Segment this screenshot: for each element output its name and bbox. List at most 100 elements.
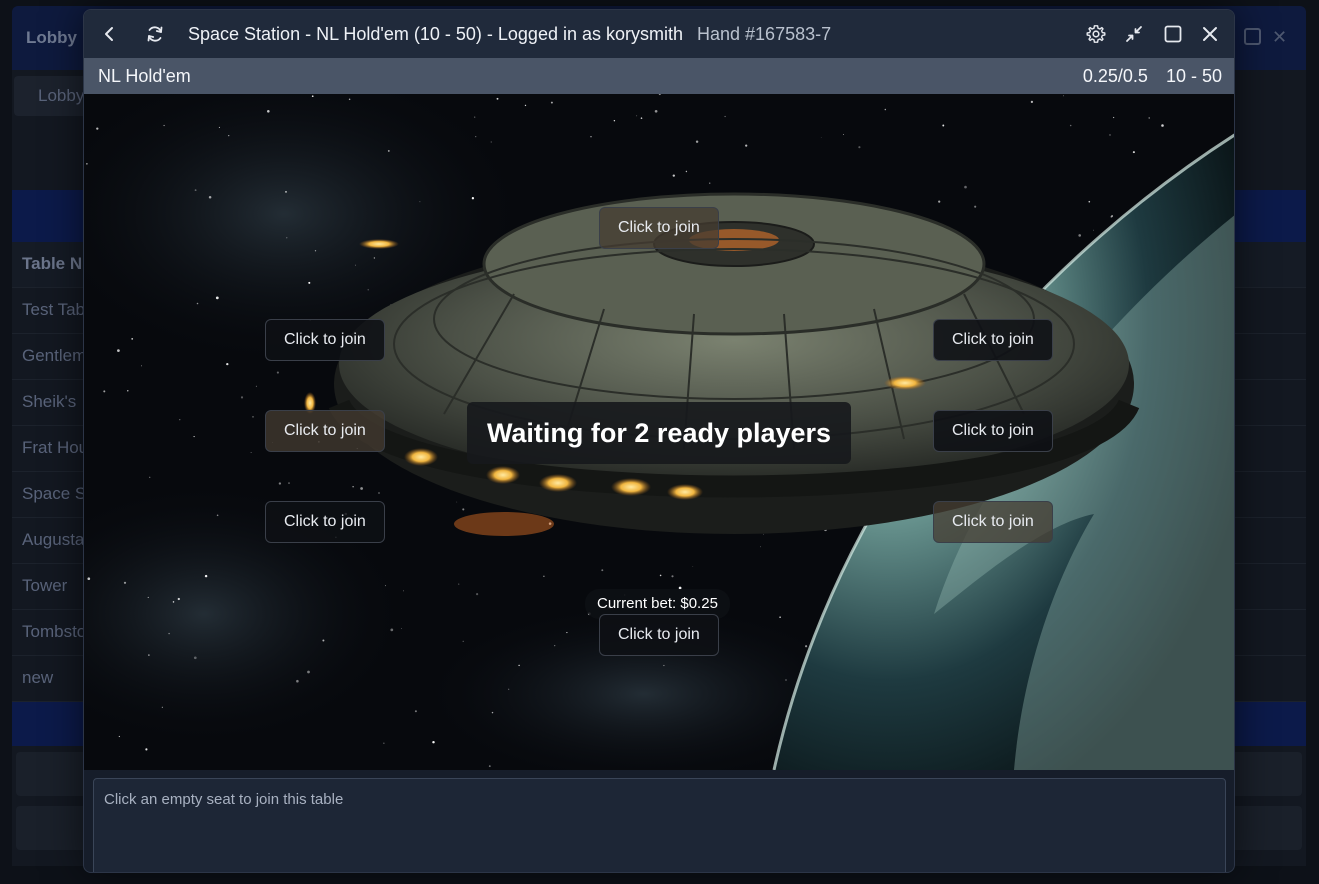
seat-join-button[interactable]: Click to join [933, 410, 1053, 452]
star [193, 436, 195, 438]
star [352, 486, 354, 488]
star [87, 577, 91, 581]
poker-table-scene: Click to join Click to join Click to joi… [84, 94, 1234, 770]
star [117, 349, 120, 352]
star [177, 597, 180, 601]
star [640, 117, 643, 119]
star [491, 711, 494, 714]
seat-join-button[interactable]: Click to join [599, 207, 719, 249]
star [462, 640, 464, 642]
star [1148, 117, 1150, 119]
star [96, 127, 99, 130]
star [419, 201, 421, 203]
star [360, 487, 363, 490]
star [671, 575, 674, 578]
star [252, 416, 254, 418]
star [240, 396, 244, 399]
dialog-titlebar: Space Station - NL Hold'em (10 - 50) - L… [84, 10, 1234, 58]
seat-join-button[interactable]: Click to join [265, 410, 385, 452]
seat-join-button[interactable]: Click to join [265, 501, 385, 543]
star [148, 654, 150, 656]
minimize-icon[interactable] [1124, 24, 1144, 44]
star [554, 645, 556, 647]
star [672, 174, 675, 177]
dialog-title: Space Station - NL Hold'em (10 - 50) - L… [188, 24, 831, 45]
star [724, 115, 726, 118]
star [1109, 134, 1111, 136]
back-icon[interactable] [100, 24, 120, 44]
star [709, 182, 711, 184]
star [613, 119, 616, 122]
star [654, 109, 658, 113]
star [390, 628, 394, 632]
star [276, 371, 279, 374]
star [267, 110, 270, 113]
star [193, 656, 197, 660]
star [161, 706, 163, 708]
star [475, 135, 477, 138]
star [1030, 100, 1034, 104]
message-box: Click an empty seat to join this table [93, 778, 1226, 872]
close-icon[interactable] [1200, 24, 1220, 44]
star [226, 362, 229, 366]
star [216, 514, 219, 517]
seat-join-button[interactable]: Click to join [933, 501, 1053, 543]
star [311, 95, 314, 98]
star [127, 390, 129, 392]
star [456, 501, 458, 503]
star [218, 126, 220, 128]
star [805, 645, 808, 648]
star [763, 533, 764, 535]
star [745, 144, 748, 147]
seat-join-button[interactable]: Click to join [265, 319, 385, 361]
star [695, 140, 699, 143]
star [462, 508, 465, 511]
lobby-maximize-icon[interactable] [1244, 28, 1261, 45]
star [286, 237, 288, 239]
table-dialog: Space Station - NL Hold'em (10 - 50) - L… [83, 9, 1235, 873]
star [401, 628, 402, 629]
star [378, 492, 380, 494]
star [779, 616, 781, 619]
star [196, 302, 199, 305]
star [1111, 215, 1113, 217]
star [590, 136, 592, 138]
star [1088, 200, 1091, 203]
star [414, 710, 417, 713]
star [636, 115, 638, 117]
star [383, 742, 385, 744]
star [843, 134, 844, 135]
star [474, 116, 476, 118]
star [172, 601, 175, 603]
star [308, 281, 311, 284]
star [858, 146, 861, 149]
maximize-icon[interactable] [1163, 24, 1183, 44]
star [86, 163, 88, 165]
star [278, 482, 282, 485]
star [1078, 234, 1082, 237]
star [496, 97, 499, 100]
star [820, 137, 822, 138]
star [367, 289, 369, 291]
star [964, 185, 967, 189]
dialog-title-text: Space Station - NL Hold'em (10 - 50) - L… [188, 24, 683, 44]
refresh-icon[interactable] [145, 24, 165, 44]
star [884, 108, 887, 111]
seat-join-button[interactable]: Click to join [599, 614, 719, 656]
lobby-close-icon[interactable]: ✕ [1272, 28, 1290, 46]
star [131, 338, 134, 340]
star [685, 170, 688, 173]
star [179, 419, 181, 421]
star [1112, 116, 1115, 119]
buyin-range: 10 - 50 [1165, 66, 1222, 86]
star [296, 679, 299, 683]
star [163, 124, 165, 127]
star [663, 664, 665, 667]
gear-icon[interactable] [1086, 24, 1106, 44]
star [543, 575, 545, 578]
star [250, 451, 252, 453]
star [601, 569, 604, 572]
stakes-info: 0.25/0.5 10 - 50 [1083, 66, 1222, 87]
star [307, 670, 310, 674]
seat-join-button[interactable]: Click to join [933, 319, 1053, 361]
